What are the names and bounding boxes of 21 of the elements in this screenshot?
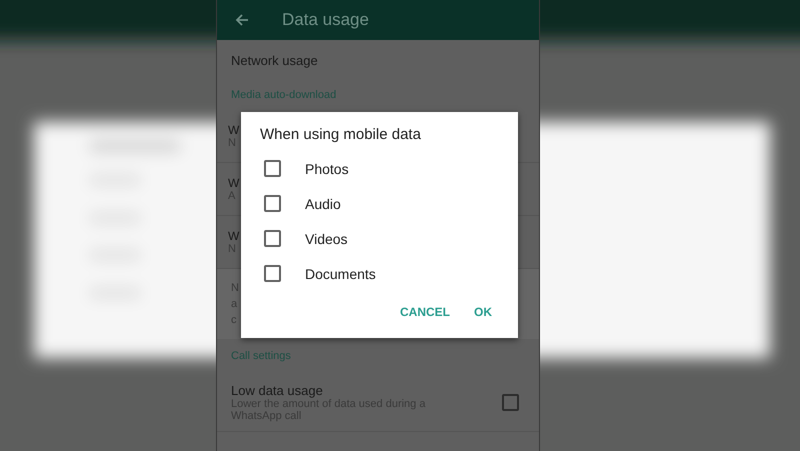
screen-title: Data usage (282, 10, 369, 30)
section-header: Media auto-download (230, 88, 336, 103)
dialog-title: When using mobile data (260, 126, 422, 143)
dialog-button[interactable]: OK (468, 301, 498, 323)
option-label: Documents (305, 266, 376, 282)
option-label: Videos (305, 230, 348, 246)
checkbox[interactable] (264, 160, 281, 177)
checkbox[interactable] (264, 230, 281, 247)
back-arrow-icon[interactable] (234, 12, 250, 28)
setting-title: Low data usage (231, 382, 324, 398)
checkbox[interactable] (264, 265, 281, 282)
dialog-button[interactable]: CANCEL (394, 301, 456, 323)
checkbox[interactable] (264, 195, 281, 212)
checkbox[interactable] (502, 394, 519, 410)
option-label: Photos (305, 160, 349, 176)
setting-title: W (228, 229, 240, 243)
option-label: Audio (305, 196, 341, 212)
setting-title: W (228, 123, 240, 137)
section-header: Call settings (230, 349, 291, 364)
setting-title: W (228, 176, 240, 190)
network-usage-item[interactable]: Network usage (217, 40, 318, 80)
